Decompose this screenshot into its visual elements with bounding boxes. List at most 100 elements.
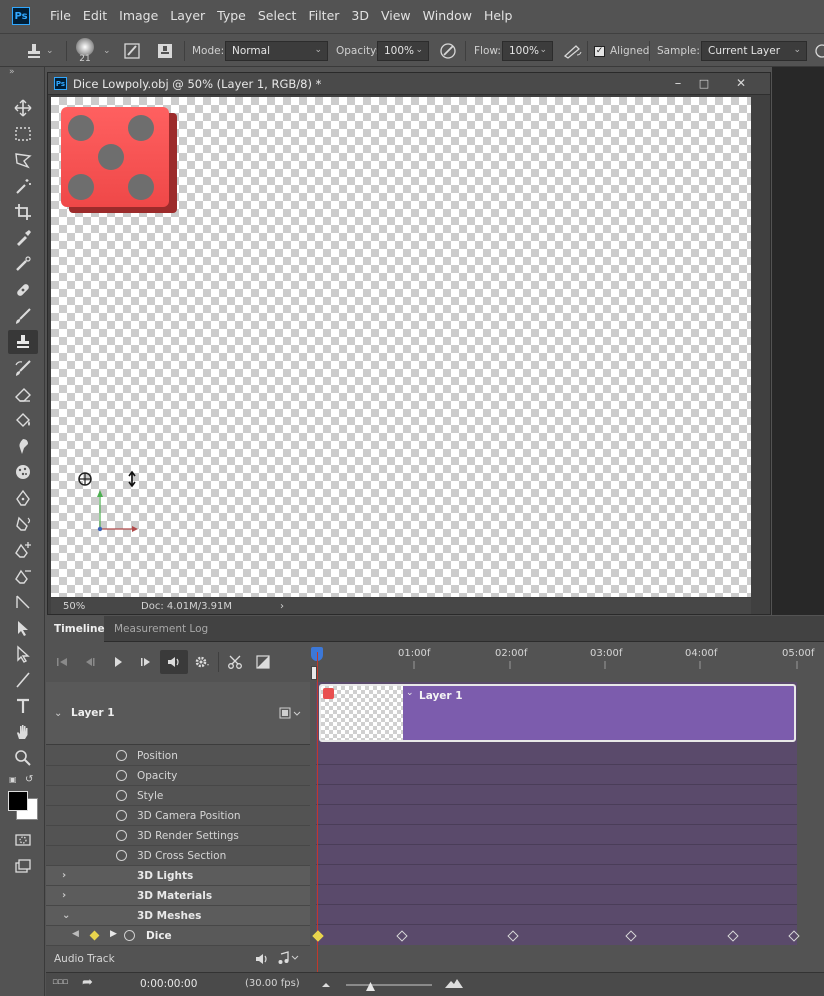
paint-bucket-tool[interactable]	[8, 408, 38, 432]
mute-audio-button[interactable]	[160, 650, 188, 674]
chevron-down-icon[interactable]: ⌄	[103, 34, 111, 68]
layer-clip[interactable]: ⌄ Layer 1	[319, 684, 796, 742]
pen-tool[interactable]	[8, 486, 38, 510]
split-at-playhead-button[interactable]	[221, 650, 249, 674]
default-colors-icon[interactable]: ▣	[9, 775, 17, 784]
menu-help[interactable]: Help	[478, 0, 519, 32]
type-tool[interactable]	[8, 694, 38, 718]
screen-mode-button[interactable]	[8, 854, 38, 878]
menu-select[interactable]: Select	[252, 0, 303, 32]
airbrush-button[interactable]	[562, 34, 584, 68]
swap-colors-icon[interactable]: ↺	[25, 774, 33, 785]
quick-mask-button[interactable]	[8, 828, 38, 852]
chevron-right-icon[interactable]: ›	[62, 870, 66, 881]
property-row[interactable]: 3D Camera Position	[46, 806, 310, 826]
play-button[interactable]	[104, 650, 132, 674]
menu-edit[interactable]: Edit	[77, 0, 113, 32]
mode-dropdown[interactable]: Normal ⌄	[225, 41, 328, 61]
zoom-tool[interactable]	[8, 746, 38, 770]
menu-3d[interactable]: 3D	[345, 0, 375, 32]
add-anchor-tool[interactable]	[8, 538, 38, 562]
chevron-down-icon[interactable]: ⌄	[62, 910, 70, 921]
mesh-row[interactable]: ◀ ▶ Dice	[46, 926, 310, 946]
pressure-opacity-button[interactable]	[438, 34, 458, 68]
next-frame-button[interactable]	[132, 650, 160, 674]
line-tool[interactable]	[8, 668, 38, 692]
time-ruler[interactable]: 01:00f 02:00f 03:00f 04:00f 05:00f	[311, 643, 824, 681]
frame-mode-icon[interactable]: ▫▫▫	[52, 977, 68, 987]
smudge-tool[interactable]	[8, 434, 38, 458]
path-selection-tool[interactable]	[8, 616, 38, 640]
close-button[interactable]: ✕	[726, 73, 756, 93]
menu-type[interactable]: Type	[211, 0, 252, 32]
menu-window[interactable]: Window	[417, 0, 478, 32]
convert-to-frame-animation-icon[interactable]: ➦	[82, 975, 93, 990]
group-row[interactable]: ⌄ 3D Meshes	[46, 906, 310, 926]
stopwatch-icon[interactable]	[116, 770, 127, 781]
tab-measurement-log[interactable]: Measurement Log	[106, 616, 216, 642]
add-keyframe-icon[interactable]	[89, 930, 100, 941]
magic-wand-tool[interactable]	[8, 174, 38, 198]
sponge-tool[interactable]	[8, 460, 38, 484]
menu-view[interactable]: View	[375, 0, 417, 32]
canvas[interactable]	[51, 97, 751, 597]
marquee-tool[interactable]	[8, 122, 38, 146]
zoom-out-icon[interactable]	[320, 979, 332, 989]
maximize-button[interactable]: □	[689, 73, 719, 93]
speaker-icon[interactable]	[254, 952, 270, 966]
settings-button[interactable]	[188, 650, 216, 674]
zoom-level[interactable]: 50%	[63, 601, 123, 612]
group-row[interactable]: › 3D Materials	[46, 886, 310, 906]
history-brush-tool[interactable]	[8, 356, 38, 380]
tool-preset-picker[interactable]: ⌄	[24, 34, 54, 68]
spot-healing-tool[interactable]	[8, 252, 38, 276]
clone-stamp-tool[interactable]	[8, 330, 38, 354]
track-area[interactable]: ⌄ Layer 1	[310, 652, 824, 996]
audio-track-row[interactable]: Audio Track	[46, 946, 310, 972]
property-row[interactable]: 3D Render Settings	[46, 826, 310, 846]
stopwatch-icon[interactable]	[124, 930, 135, 941]
stopwatch-icon[interactable]	[116, 750, 127, 761]
menu-image[interactable]: Image	[113, 0, 164, 32]
chevron-right-icon[interactable]: ›	[280, 601, 284, 612]
menu-layer[interactable]: Layer	[164, 0, 211, 32]
opacity-field[interactable]: 100% ⌄	[377, 41, 429, 61]
zoom-slider-track[interactable]	[346, 984, 432, 986]
eyedropper-tool[interactable]	[8, 226, 38, 250]
vertical-scrollbar[interactable]	[754, 97, 769, 597]
convert-point-tool[interactable]	[8, 590, 38, 614]
brush-picker[interactable]: 21	[76, 34, 94, 68]
document-title-bar[interactable]: Ps Dice Lowpoly.obj @ 50% (Layer 1, RGB/…	[48, 73, 770, 95]
direct-selection-tool[interactable]	[8, 642, 38, 666]
menu-file[interactable]: File	[44, 0, 77, 32]
hand-tool[interactable]	[8, 720, 38, 744]
freeform-pen-tool[interactable]	[8, 512, 38, 536]
delete-anchor-tool[interactable]	[8, 564, 38, 588]
aligned-checkbox[interactable]: ✓ Aligned	[594, 34, 649, 68]
previous-keyframe-icon[interactable]: ◀	[72, 929, 79, 939]
move-tool[interactable]	[8, 96, 38, 120]
healing-brush-tool[interactable]	[8, 278, 38, 302]
transition-button[interactable]	[249, 650, 277, 674]
stopwatch-icon[interactable]	[116, 850, 127, 861]
property-row[interactable]: 3D Cross Section	[46, 846, 310, 866]
stopwatch-icon[interactable]	[116, 790, 127, 801]
brush-tool[interactable]	[8, 304, 38, 328]
next-keyframe-icon[interactable]: ▶	[110, 929, 117, 939]
zoom-in-icon[interactable]	[444, 976, 464, 990]
layer-row[interactable]: ⌄ Layer 1	[46, 682, 310, 745]
clone-source-button[interactable]	[155, 34, 175, 68]
sample-dropdown[interactable]: Current Layer ⌄	[701, 41, 807, 61]
go-to-first-frame-button[interactable]	[48, 650, 76, 674]
flow-field[interactable]: 100% ⌄	[502, 41, 553, 61]
foreground-color-swatch[interactable]	[8, 791, 28, 811]
3d-axis-widget[interactable]	[75, 469, 145, 539]
tab-timeline[interactable]: Timeline	[46, 616, 105, 642]
previous-frame-button[interactable]	[76, 650, 104, 674]
brush-settings-button[interactable]	[122, 34, 142, 68]
stopwatch-icon[interactable]	[116, 810, 127, 821]
chevron-right-icon[interactable]: ›	[62, 890, 66, 901]
film-strip-icon[interactable]	[279, 707, 303, 719]
property-row[interactable]: Opacity	[46, 766, 310, 786]
property-row[interactable]: Style	[46, 786, 310, 806]
